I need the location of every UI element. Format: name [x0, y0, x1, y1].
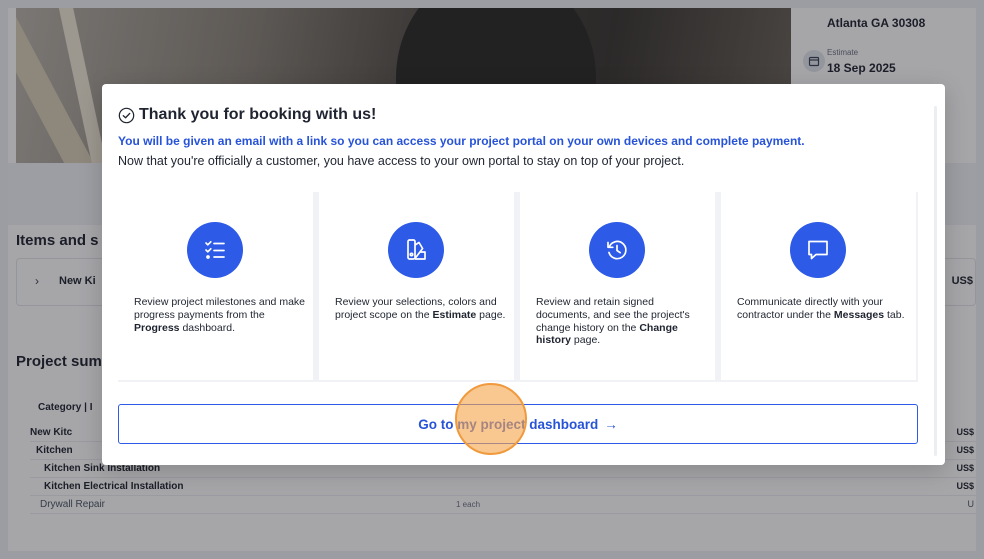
- swatches-icon: [388, 222, 444, 278]
- feature-card-messages: Communicate directly with your contracto…: [721, 192, 916, 380]
- chat-icon: [790, 222, 846, 278]
- feature-card-text: Review and retain signed documents, and …: [536, 296, 690, 347]
- feature-card-progress: Review project milestones and make progr…: [118, 192, 313, 380]
- check-circle-icon: [118, 107, 135, 123]
- history-icon: [589, 222, 645, 278]
- portal-email-notice: You will be given an email with a link s…: [118, 134, 805, 148]
- cta-label: Go to my project dashboard: [418, 416, 599, 432]
- checklist-icon: [187, 222, 243, 278]
- booking-confirmation-modal: Thank you for booking with us! You will …: [102, 84, 945, 465]
- modal-subtitle: Now that you're officially a customer, y…: [118, 154, 685, 168]
- feature-card-text: Review your selections, colors and proje…: [335, 296, 506, 321]
- scrollbar[interactable]: [934, 106, 937, 456]
- feature-cards: Review project milestones and make progr…: [118, 192, 918, 382]
- go-to-dashboard-button[interactable]: Go to my project dashboard →: [118, 404, 918, 444]
- feature-card-text: Review project milestones and make progr…: [134, 296, 305, 334]
- feature-card-estimate: Review your selections, colors and proje…: [319, 192, 514, 380]
- arrow-right-icon: →: [604, 416, 618, 432]
- modal-title: Thank you for booking with us!: [118, 106, 376, 124]
- feature-card-change-history: Review and retain signed documents, and …: [520, 192, 715, 380]
- feature-card-text: Communicate directly with your contracto…: [737, 296, 905, 321]
